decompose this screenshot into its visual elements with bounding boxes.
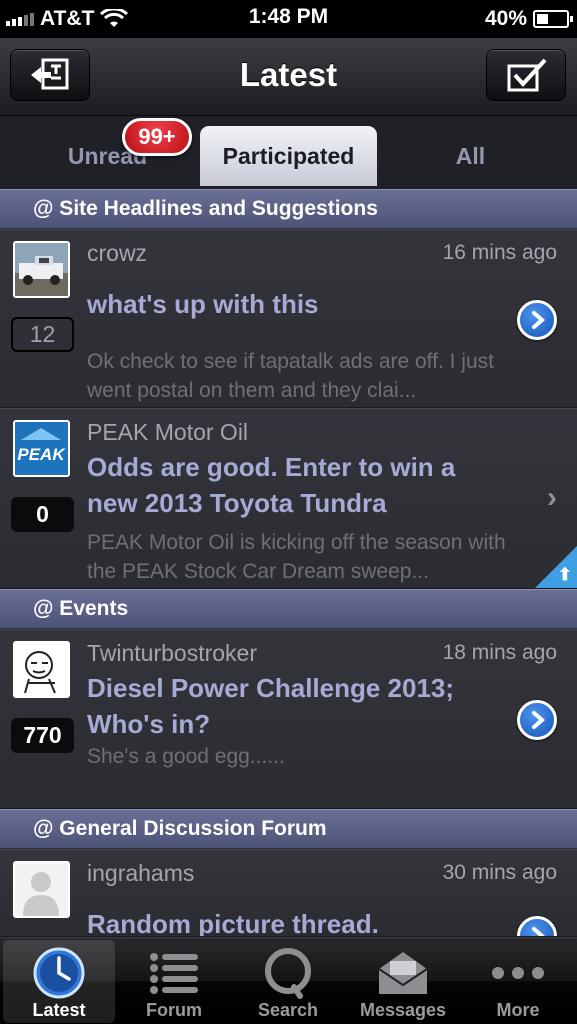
topic-title[interactable]: what's up with this <box>87 286 507 322</box>
open-topic-button[interactable] <box>517 700 557 740</box>
tab-label: Latest <box>32 1000 86 1020</box>
filter-tabs: Unread Participated All <box>0 116 577 189</box>
search-icon <box>265 948 311 999</box>
mark-read-icon <box>507 58 547 92</box>
chevron-right-icon: › <box>547 481 557 514</box>
battery-percent: 40% <box>484 7 527 30</box>
topic-time: 18 mins ago <box>442 641 557 664</box>
mark-read-button[interactable] <box>486 49 566 101</box>
tab-participated[interactable]: Participated <box>200 126 377 186</box>
topic-time: 16 mins ago <box>442 241 557 264</box>
tab-label: Messages <box>359 1000 447 1020</box>
navigation-bar: Latest <box>0 38 577 116</box>
section-header-events[interactable]: @ Events <box>0 589 577 629</box>
topic-row[interactable]: 770 Twinturbostroker 18 mins ago Diesel … <box>0 629 577 809</box>
meme-face-icon <box>15 643 68 696</box>
section-header-headlines[interactable]: @ Site Headlines and Suggestions <box>0 189 577 229</box>
tab-search[interactable]: Search <box>232 940 344 1023</box>
section-header-general[interactable]: @ General Discussion Forum <box>0 809 577 849</box>
tab-more[interactable]: More <box>462 940 574 1023</box>
topic-preview: She's a good egg...... <box>87 745 285 768</box>
avatar[interactable] <box>13 241 70 298</box>
topic-row-sponsored[interactable]: PEAK 0 PEAK Motor Oil Odds are good. Ent… <box>0 408 577 589</box>
topic-preview: Ok check to see if tapatalk ads are off.… <box>87 350 494 402</box>
svg-text:PEAK: PEAK <box>17 445 66 464</box>
tab-label: More <box>496 1000 540 1020</box>
battery-icon <box>533 10 573 28</box>
reply-count: 770 <box>11 718 74 753</box>
bottom-tab-bar: Latest Forum Search Messages More <box>0 937 577 1024</box>
unread-count-badge: 99+ <box>122 118 192 156</box>
topic-title[interactable]: Random picture thread. <box>87 906 507 936</box>
topic-row[interactable]: ingrahams 30 mins ago Random picture thr… <box>0 849 577 937</box>
tab-label: Forum <box>146 1000 202 1020</box>
topic-title[interactable]: Odds are good. Enter to win a new 2013 T… <box>87 449 507 521</box>
topic-author: crowz <box>87 240 148 266</box>
topic-author: PEAK Motor Oil <box>87 419 249 445</box>
open-topic-button[interactable] <box>517 300 557 340</box>
tab-latest[interactable]: Latest <box>3 940 115 1023</box>
more-dots-icon <box>492 967 544 979</box>
tab-label: Search <box>257 1000 319 1020</box>
avatar[interactable]: PEAK <box>13 420 70 477</box>
default-user-icon <box>15 863 68 916</box>
clock-icon <box>33 947 85 999</box>
topic-author: ingrahams <box>87 860 195 886</box>
topic-preview: PEAK Motor Oil is kicking off the season… <box>87 531 506 583</box>
tab-forum[interactable]: Forum <box>118 940 230 1023</box>
topic-row[interactable]: 12 crowz 16 mins ago what's up with this… <box>0 229 577 408</box>
topic-title[interactable]: Diesel Power Challenge 2013; Who's in? <box>87 670 507 742</box>
status-bar: AT&T 1:48 PM 40% <box>0 0 577 38</box>
avatar[interactable] <box>13 641 70 698</box>
avatar[interactable] <box>13 861 70 918</box>
chevron-right-icon <box>532 311 546 329</box>
chevron-right-icon <box>532 927 546 936</box>
battery-status: 40% <box>484 7 573 31</box>
open-topic-button[interactable] <box>517 916 557 936</box>
topic-time: 30 mins ago <box>442 861 557 884</box>
peak-logo-icon: PEAK <box>15 422 68 475</box>
topic-author: Twinturbostroker <box>87 640 258 666</box>
list-icon <box>150 953 198 994</box>
reply-count: 12 <box>11 317 74 352</box>
truck-photo-icon <box>15 243 68 296</box>
tab-messages[interactable]: Messages <box>347 940 459 1023</box>
chevron-right-icon <box>532 711 546 729</box>
reply-count: 0 <box>11 497 74 532</box>
tab-all[interactable]: All <box>383 126 558 186</box>
arrow-up-icon: ⬆ <box>557 565 572 584</box>
envelope-icon <box>378 952 428 994</box>
